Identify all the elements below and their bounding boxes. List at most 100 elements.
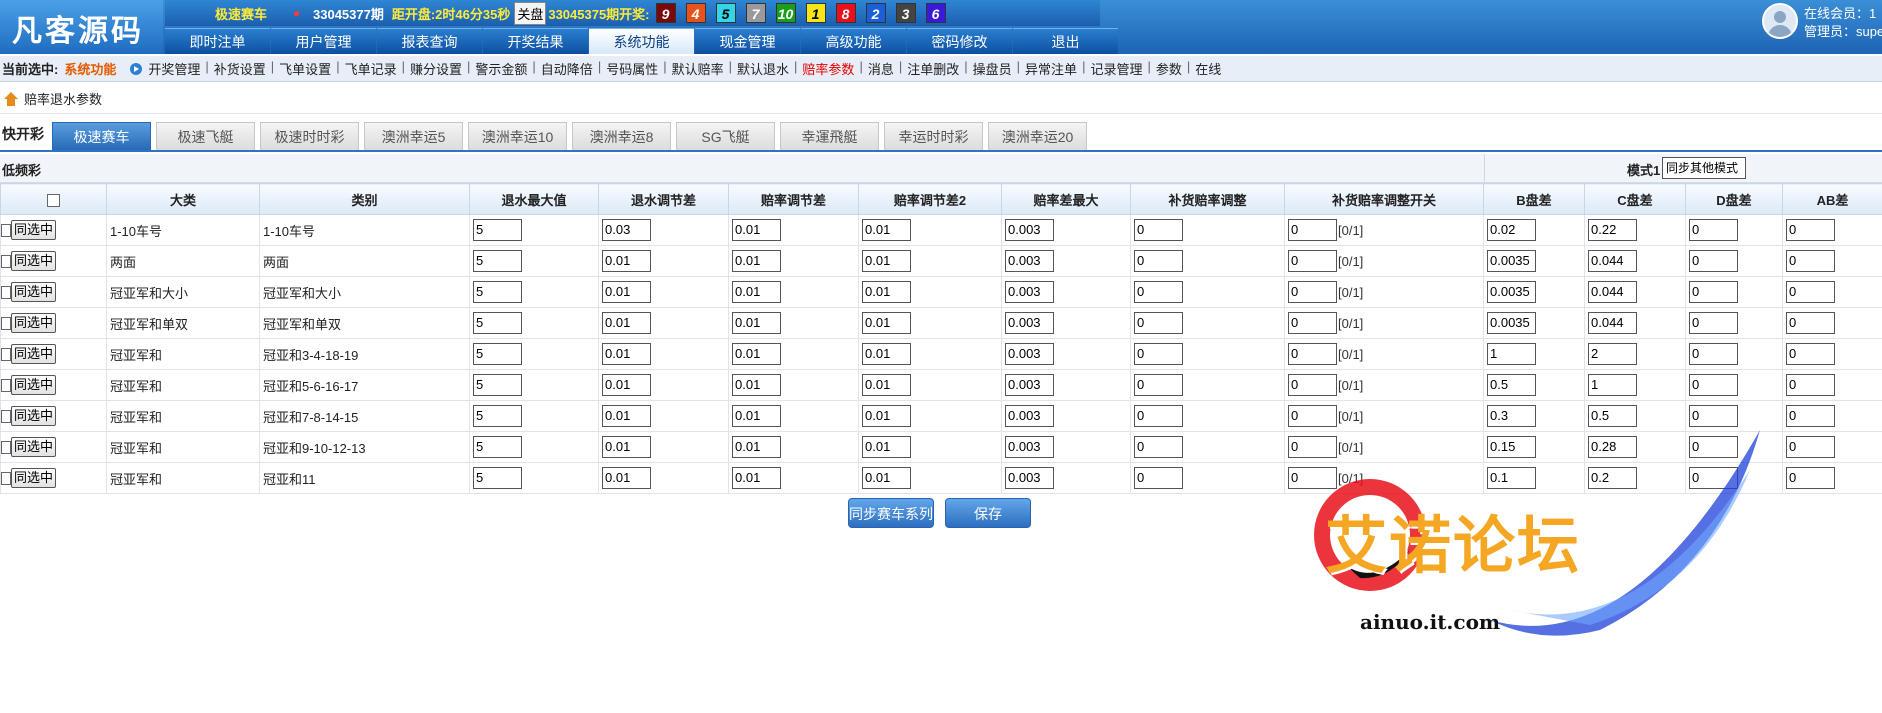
current-game-name[interactable]: 极速赛车 bbox=[165, 4, 267, 23]
restock-odds-input[interactable]: 0 bbox=[1134, 405, 1183, 427]
ab-diff-input[interactable]: 0 bbox=[1786, 219, 1835, 241]
row-checkbox[interactable] bbox=[1, 285, 11, 299]
odds-step2-input[interactable]: 0.01 bbox=[862, 374, 911, 396]
row-checkbox[interactable] bbox=[1, 347, 11, 361]
sub-menu-item[interactable]: 异常注单 bbox=[1025, 59, 1077, 78]
b-plate-diff-input[interactable]: 1 bbox=[1487, 343, 1536, 365]
d-plate-diff-input[interactable]: 0 bbox=[1689, 312, 1738, 334]
restock-switch-input[interactable]: 0 bbox=[1288, 374, 1337, 396]
odds-diff-max-input[interactable]: 0.003 bbox=[1005, 343, 1054, 365]
row-checkbox[interactable] bbox=[1, 378, 11, 392]
b-plate-diff-input[interactable]: 0.1 bbox=[1487, 467, 1536, 489]
rebate-step-input[interactable]: 0.01 bbox=[602, 312, 651, 334]
restock-odds-input[interactable]: 0 bbox=[1134, 281, 1183, 303]
sync-mode-select[interactable]: 同步其他模式 bbox=[1662, 157, 1746, 179]
rebate-max-input[interactable]: 5 bbox=[473, 436, 522, 458]
restock-switch-input[interactable]: 0 bbox=[1288, 405, 1337, 427]
nav-tab[interactable]: 高级功能 bbox=[801, 28, 906, 54]
b-plate-diff-input[interactable]: 0.0035 bbox=[1487, 281, 1536, 303]
rebate-max-input[interactable]: 5 bbox=[473, 281, 522, 303]
ab-diff-input[interactable]: 0 bbox=[1786, 467, 1835, 489]
odds-step-input[interactable]: 0.01 bbox=[732, 374, 781, 396]
b-plate-diff-input[interactable]: 0.02 bbox=[1487, 219, 1536, 241]
c-plate-diff-input[interactable]: 0.2 bbox=[1588, 467, 1637, 489]
odds-step-input[interactable]: 0.01 bbox=[732, 219, 781, 241]
sub-menu-item[interactable]: 消息 bbox=[868, 59, 894, 78]
game-tab[interactable]: 澳洲幸运10 bbox=[468, 122, 567, 150]
d-plate-diff-input[interactable]: 0 bbox=[1689, 374, 1738, 396]
d-plate-diff-input[interactable]: 0 bbox=[1689, 250, 1738, 272]
odds-step-input[interactable]: 0.01 bbox=[732, 467, 781, 489]
nav-tab[interactable]: 现金管理 bbox=[695, 28, 800, 54]
rebate-step-input[interactable]: 0.01 bbox=[602, 436, 651, 458]
odds-step2-input[interactable]: 0.01 bbox=[862, 219, 911, 241]
game-tab[interactable]: 极速飞艇 bbox=[156, 122, 255, 150]
ab-diff-input[interactable]: 0 bbox=[1786, 436, 1835, 458]
odds-diff-max-input[interactable]: 0.003 bbox=[1005, 436, 1054, 458]
c-plate-diff-input[interactable]: 0.5 bbox=[1588, 405, 1637, 427]
ab-diff-input[interactable]: 0 bbox=[1786, 250, 1835, 272]
sync-selected-button[interactable]: 同选中 bbox=[11, 344, 57, 364]
restock-switch-input[interactable]: 0 bbox=[1288, 219, 1337, 241]
ab-diff-input[interactable]: 0 bbox=[1786, 343, 1835, 365]
sync-selected-button[interactable]: 同选中 bbox=[11, 220, 57, 240]
rebate-step-input[interactable]: 0.01 bbox=[602, 281, 651, 303]
restock-odds-input[interactable]: 0 bbox=[1134, 343, 1183, 365]
row-checkbox[interactable] bbox=[1, 409, 11, 423]
sub-menu-item[interactable]: 参数 bbox=[1156, 59, 1182, 78]
sub-menu-item[interactable]: 操盘员 bbox=[973, 59, 1012, 78]
rebate-max-input[interactable]: 5 bbox=[473, 374, 522, 396]
odds-step-input[interactable]: 0.01 bbox=[732, 281, 781, 303]
ab-diff-input[interactable]: 0 bbox=[1786, 312, 1835, 334]
rebate-step-input[interactable]: 0.01 bbox=[602, 343, 651, 365]
restock-switch-input[interactable]: 0 bbox=[1288, 312, 1337, 334]
odds-diff-max-input[interactable]: 0.003 bbox=[1005, 281, 1054, 303]
odds-step-input[interactable]: 0.01 bbox=[732, 343, 781, 365]
game-switch-icon[interactable]: ● bbox=[293, 6, 300, 20]
restock-odds-input[interactable]: 0 bbox=[1134, 374, 1183, 396]
game-tab[interactable]: SG飞艇 bbox=[676, 122, 775, 150]
rebate-step-input[interactable]: 0.01 bbox=[602, 374, 651, 396]
c-plate-diff-input[interactable]: 0.044 bbox=[1588, 250, 1637, 272]
restock-switch-input[interactable]: 0 bbox=[1288, 250, 1337, 272]
c-plate-diff-input[interactable]: 2 bbox=[1588, 343, 1637, 365]
row-checkbox[interactable] bbox=[1, 316, 11, 330]
sync-selected-button[interactable]: 同选中 bbox=[11, 282, 57, 302]
b-plate-diff-input[interactable]: 0.0035 bbox=[1487, 312, 1536, 334]
sub-menu-item[interactable]: 默认退水 bbox=[737, 59, 789, 78]
odds-diff-max-input[interactable]: 0.003 bbox=[1005, 405, 1054, 427]
sub-menu-item[interactable]: 飞单设置 bbox=[279, 59, 331, 78]
rebate-step-input[interactable]: 0.03 bbox=[602, 219, 651, 241]
odds-diff-max-input[interactable]: 0.003 bbox=[1005, 312, 1054, 334]
sync-selected-button[interactable]: 同选中 bbox=[11, 251, 57, 271]
sub-menu-item[interactable]: 默认赔率 bbox=[672, 59, 724, 78]
game-tab[interactable]: 澳洲幸运8 bbox=[572, 122, 671, 150]
ab-diff-input[interactable]: 0 bbox=[1786, 374, 1835, 396]
game-tab[interactable]: 极速时时彩 bbox=[260, 122, 359, 150]
rebate-max-input[interactable]: 5 bbox=[473, 343, 522, 365]
restock-switch-input[interactable]: 0 bbox=[1288, 343, 1337, 365]
d-plate-diff-input[interactable]: 0 bbox=[1689, 343, 1738, 365]
b-plate-diff-input[interactable]: 0.15 bbox=[1487, 436, 1536, 458]
odds-diff-max-input[interactable]: 0.003 bbox=[1005, 467, 1054, 489]
c-plate-diff-input[interactable]: 0.044 bbox=[1588, 312, 1637, 334]
restock-odds-input[interactable]: 0 bbox=[1134, 467, 1183, 489]
c-plate-diff-input[interactable]: 0.22 bbox=[1588, 219, 1637, 241]
sub-menu-item[interactable]: 号码属性 bbox=[606, 59, 658, 78]
nav-tab[interactable]: 用户管理 bbox=[271, 28, 376, 54]
sub-menu-item[interactable]: 飞单记录 bbox=[345, 59, 397, 78]
odds-step2-input[interactable]: 0.01 bbox=[862, 281, 911, 303]
ab-diff-input[interactable]: 0 bbox=[1786, 405, 1835, 427]
d-plate-diff-input[interactable]: 0 bbox=[1689, 405, 1738, 427]
odds-step-input[interactable]: 0.01 bbox=[732, 250, 781, 272]
row-checkbox[interactable] bbox=[1, 254, 11, 268]
save-button[interactable]: 保存 bbox=[945, 498, 1031, 528]
game-tab[interactable]: 澳洲幸运5 bbox=[364, 122, 463, 150]
odds-diff-max-input[interactable]: 0.003 bbox=[1005, 219, 1054, 241]
odds-step-input[interactable]: 0.01 bbox=[732, 436, 781, 458]
d-plate-diff-input[interactable]: 0 bbox=[1689, 281, 1738, 303]
close-market-button[interactable]: 关盘 bbox=[514, 1, 547, 25]
odds-step2-input[interactable]: 0.01 bbox=[862, 405, 911, 427]
sub-menu-item[interactable]: 补货设置 bbox=[214, 59, 266, 78]
game-tab[interactable]: 幸运时时彩 bbox=[884, 122, 983, 150]
